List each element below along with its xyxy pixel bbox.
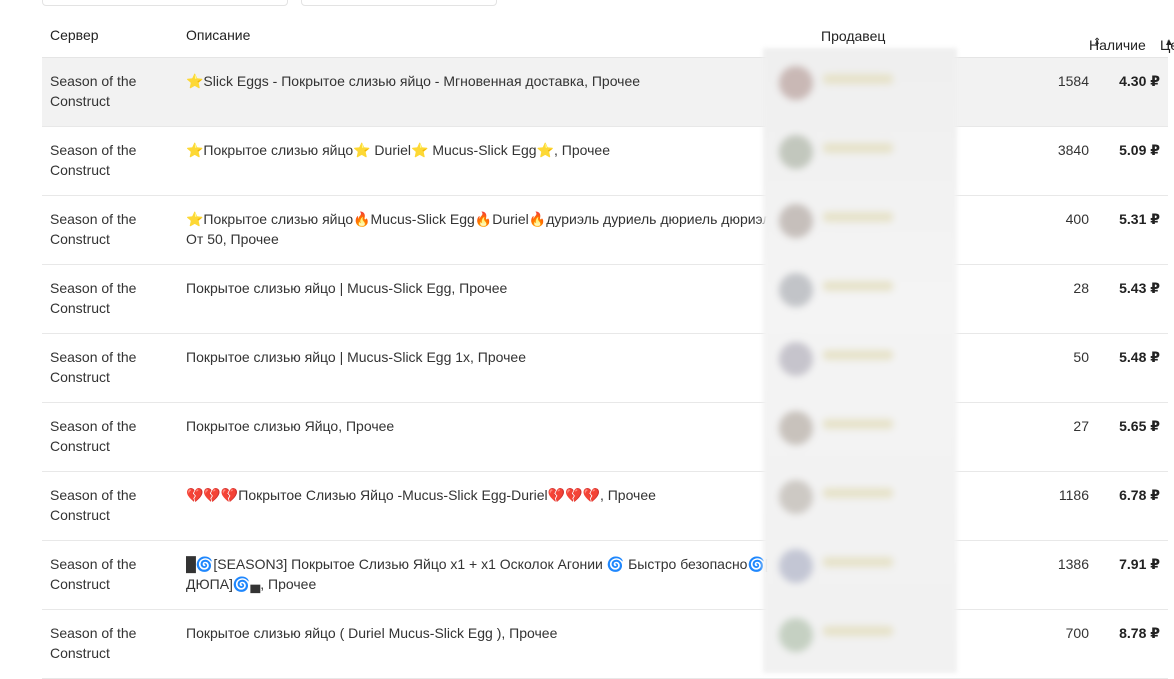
- seller-avatar: [779, 273, 813, 307]
- header-server: Сервер: [50, 27, 99, 43]
- cell-description[interactable]: ⭐Покрытое слизью яйцо🔥Mucus-Slick Egg🔥Du…: [186, 209, 806, 249]
- cell-price: 4.30 ₽: [1119, 73, 1160, 89]
- seller-name-blur: [823, 350, 893, 360]
- seller-name-blur: [823, 143, 893, 153]
- cell-price: 5.48 ₽: [1119, 349, 1160, 365]
- seller-placeholder: [779, 198, 929, 238]
- cell-description[interactable]: Покрытое слизью Яйцо, Прочее: [186, 416, 806, 436]
- cell-price: 5.43 ₽: [1119, 280, 1160, 296]
- filter-select-1[interactable]: [42, 0, 288, 6]
- cell-description[interactable]: ⭐Покрытое слизью яйцо⭐ Duriel⭐ Mucus-Sli…: [186, 140, 806, 160]
- table-row[interactable]: Season of the Construct Покрытое слизью я…: [42, 610, 1168, 679]
- table-row[interactable]: Season of the Construct ⭐Покрытое слизью …: [42, 196, 1168, 265]
- table-row[interactable]: Season of the Construct ⭐Покрытое слизью …: [42, 127, 1168, 196]
- cell-server: Season of the Construct: [50, 556, 137, 592]
- cell-description[interactable]: Покрытое слизью яйцо | Mucus-Slick Egg, …: [186, 278, 806, 298]
- cell-stock: 28: [1073, 280, 1089, 296]
- seller-placeholder: [779, 405, 929, 445]
- cell-price: 7.91 ₽: [1119, 556, 1160, 572]
- cell-description[interactable]: 💔💔💔Покрытое Слизью Яйцо -Mucus-Slick Egg…: [186, 485, 806, 505]
- seller-avatar: [779, 135, 813, 169]
- cell-price: 5.31 ₽: [1119, 211, 1160, 227]
- cell-server: Season of the Construct: [50, 73, 137, 109]
- table-header: Сервер Описание Продавец Наличие⇕ Цена▲: [42, 17, 1174, 58]
- seller-placeholder: [779, 336, 929, 376]
- seller-avatar: [779, 480, 813, 514]
- sort-both-icon: ⇕: [1093, 37, 1102, 48]
- cell-server: Season of the Construct: [50, 625, 137, 661]
- cell-stock: 27: [1073, 418, 1089, 434]
- seller-name-blur: [823, 626, 893, 636]
- cell-price: 5.09 ₽: [1119, 142, 1160, 158]
- seller-placeholder: [779, 543, 929, 583]
- cell-stock: 1584: [1057, 73, 1089, 89]
- seller-name-blur: [823, 488, 893, 498]
- seller-name-blur: [823, 557, 893, 567]
- cell-description[interactable]: █🌀[SEASON3] Покрытое Слизью Яйцо x1 + x1…: [186, 554, 806, 594]
- cell-price: 5.65 ₽: [1119, 418, 1160, 434]
- cell-server: Season of the Construct: [50, 487, 137, 523]
- cell-server: Season of the Construct: [50, 211, 137, 247]
- header-seller: Продавец: [821, 28, 886, 44]
- cell-price: 6.78 ₽: [1119, 487, 1160, 503]
- seller-placeholder: [779, 612, 929, 652]
- cell-stock: 1186: [1058, 487, 1089, 503]
- cell-server: Season of the Construct: [50, 349, 137, 385]
- table-row[interactable]: Season of the Construct ⭐Slick Eggs - Пок…: [42, 58, 1168, 127]
- cell-description[interactable]: ⭐Slick Eggs - Покрытое слизью яйцо - Мгн…: [186, 71, 806, 91]
- table-row[interactable]: Season of the Construct Покрытое слизью я…: [42, 334, 1168, 403]
- seller-avatar: [779, 342, 813, 376]
- seller-avatar: [779, 66, 813, 100]
- seller-column-blurred: [763, 48, 957, 673]
- cell-description[interactable]: Покрытое слизью яйцо | Mucus-Slick Egg 1…: [186, 347, 806, 367]
- cell-stock: 3840: [1057, 142, 1089, 158]
- sort-up-icon: ▲: [1164, 37, 1174, 48]
- seller-name-blur: [823, 74, 893, 84]
- cell-server: Season of the Construct: [50, 142, 137, 178]
- cell-stock: 50: [1073, 349, 1089, 365]
- cell-stock: 700: [1065, 625, 1089, 641]
- cell-price: 8.78 ₽: [1119, 625, 1160, 641]
- table-body: Season of the Construct ⭐Slick Eggs - Пок…: [42, 58, 1168, 679]
- seller-avatar: [779, 618, 813, 652]
- cell-description[interactable]: Покрытое слизью яйцо ( Duriel Mucus-Slic…: [186, 623, 806, 643]
- seller-name-blur: [823, 419, 893, 429]
- seller-name-blur: [823, 212, 893, 222]
- seller-placeholder: [779, 129, 929, 169]
- cell-server: Season of the Construct: [50, 280, 137, 316]
- seller-avatar: [779, 204, 813, 238]
- seller-placeholder: [779, 267, 929, 307]
- table-row[interactable]: Season of the Construct █🌀[SEASON3] Покры…: [42, 541, 1168, 610]
- seller-avatar: [779, 549, 813, 583]
- seller-placeholder: [779, 60, 929, 100]
- table-row[interactable]: Season of the Construct Покрытое слизью я…: [42, 265, 1168, 334]
- seller-placeholder: [779, 474, 929, 514]
- offers-table: Сервер Описание Продавец Наличие⇕ Цена▲ …: [42, 17, 1174, 679]
- seller-name-blur: [823, 281, 893, 291]
- table-row[interactable]: Season of the Construct 💔💔💔Покрытое Слизь…: [42, 472, 1168, 541]
- cell-server: Season of the Construct: [50, 418, 137, 454]
- cell-stock: 400: [1065, 211, 1089, 227]
- filter-select-2[interactable]: [301, 0, 497, 6]
- table-row[interactable]: Season of the Construct Покрытое слизью Я…: [42, 403, 1168, 472]
- cell-stock: 1386: [1057, 556, 1089, 572]
- seller-avatar: [779, 411, 813, 445]
- header-description: Описание: [186, 27, 251, 43]
